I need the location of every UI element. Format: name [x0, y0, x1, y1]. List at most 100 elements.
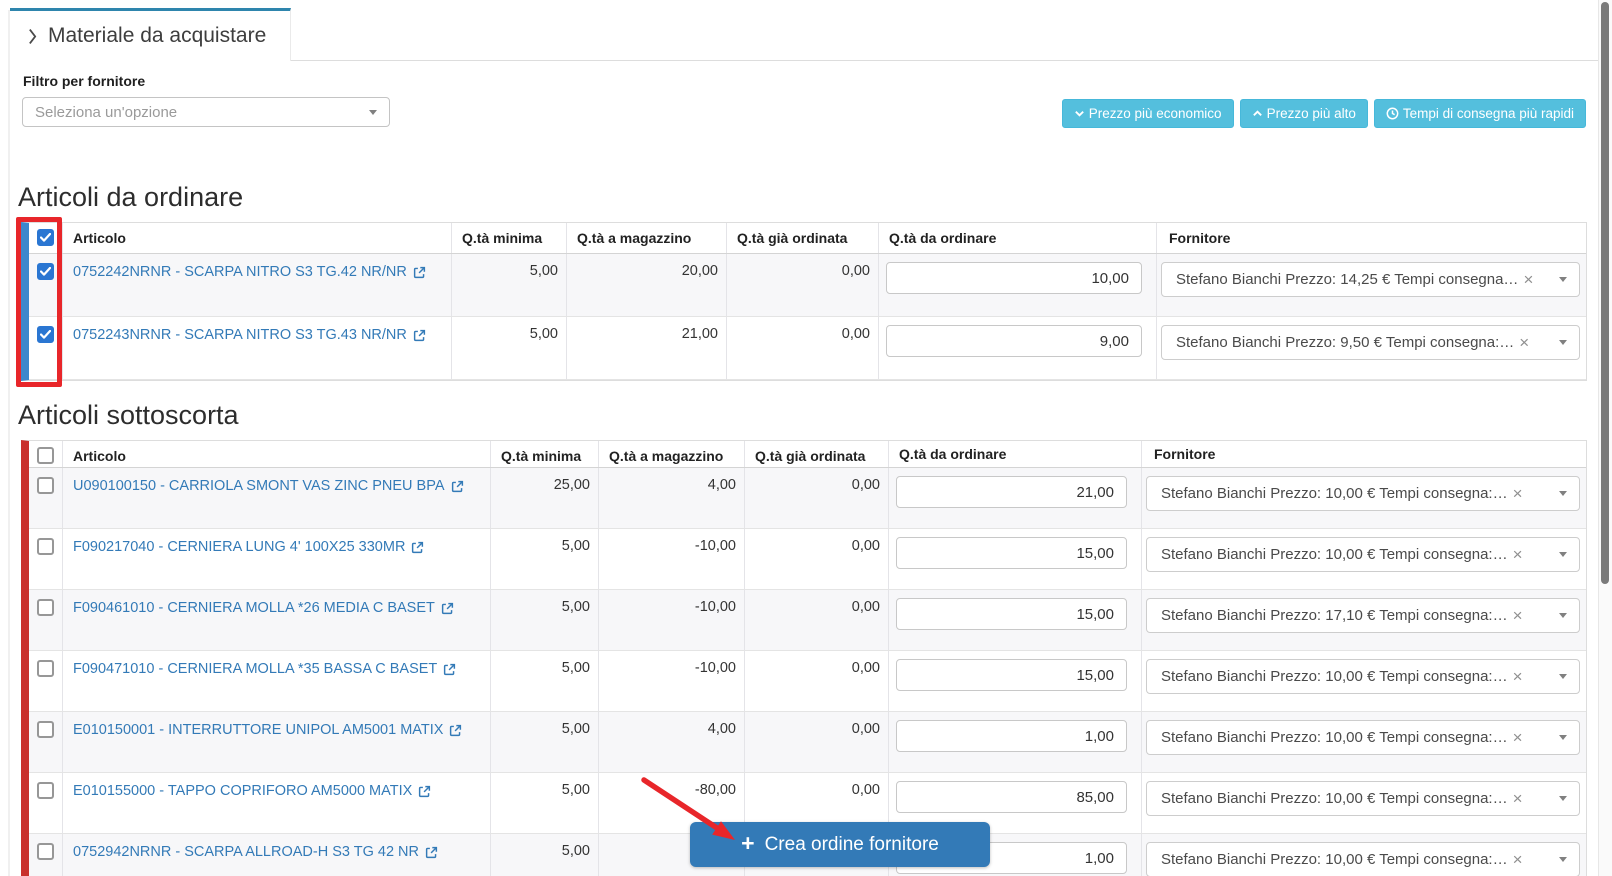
external-link-icon	[419, 785, 431, 797]
row-checkbox[interactable]	[37, 326, 54, 343]
row-checkbox[interactable]	[37, 477, 54, 494]
table-row: U090100150 - CARRIOLA SMONT VAS ZINC PNE…	[29, 468, 1586, 529]
article-link[interactable]: 0752942NRNR - SCARPA ALLROAD-H S3 TG 42 …	[73, 844, 438, 860]
supplier-filter-placeholder: Seleziona un'opzione	[35, 103, 178, 121]
sort-cheapest-price-button[interactable]: Prezzo più economico	[1061, 99, 1234, 128]
article-label: F090217040 - CERNIERA LUNG 4' 100X25 330…	[73, 539, 406, 555]
supplier-select[interactable]: Stefano Bianchi Prezzo: 14,25 € Tempi co…	[1161, 262, 1580, 297]
table-row: 0752242NRNR - SCARPA NITRO S3 TG.42 NR/N…	[29, 254, 1586, 317]
supplier-select[interactable]: Stefano Bianchi Prezzo: 10,00 € Tempi co…	[1146, 720, 1580, 755]
row-checkbox[interactable]	[37, 843, 54, 860]
row-checkbox[interactable]	[37, 721, 54, 738]
supplier-select[interactable]: Stefano Bianchi Prezzo: 10,00 € Tempi co…	[1146, 659, 1580, 694]
article-link[interactable]: F090471010 - CERNIERA MOLLA *35 BASSA C …	[73, 661, 456, 677]
clear-icon[interactable]: ×	[1513, 729, 1523, 746]
caret-down-icon	[1559, 674, 1567, 679]
clear-icon[interactable]: ×	[1513, 668, 1523, 685]
supplier-select-value: Stefano Bianchi Prezzo: 10,00 € Tempi co…	[1161, 668, 1508, 685]
article-link[interactable]: F090461010 - CERNIERA MOLLA *26 MEDIA C …	[73, 600, 454, 616]
clear-icon[interactable]: ×	[1513, 790, 1523, 807]
clear-icon[interactable]: ×	[1513, 851, 1523, 868]
supplier-select[interactable]: Stefano Bianchi Prezzo: 10,00 € Tempi co…	[1146, 537, 1580, 572]
supplier-filter-select[interactable]: Seleziona un'opzione	[22, 97, 390, 127]
qty-to-order-cell	[888, 529, 1141, 589]
create-supplier-order-button[interactable]: + Crea ordine fornitore	[690, 822, 990, 867]
qty-to-order-input[interactable]	[896, 720, 1127, 752]
qty-to-order-input[interactable]	[886, 325, 1142, 357]
article-cell: 0752242NRNR - SCARPA NITRO S3 TG.42 NR/N…	[62, 254, 451, 316]
qty-min-value: 5,00	[490, 529, 598, 589]
clear-icon[interactable]: ×	[1513, 607, 1523, 624]
sort-fastest-delivery-button[interactable]: Tempi di consegna più rapidi	[1373, 99, 1586, 128]
scrollbar-track[interactable]	[1598, 0, 1612, 876]
supplier-select[interactable]: Stefano Bianchi Prezzo: 9,50 € Tempi con…	[1161, 325, 1580, 360]
row-checkbox-cell	[29, 317, 62, 379]
select-all-checkbox[interactable]	[37, 229, 54, 246]
clear-icon[interactable]: ×	[1523, 271, 1533, 288]
external-link-icon	[413, 266, 425, 278]
row-checkbox[interactable]	[37, 660, 54, 677]
row-checkbox[interactable]	[37, 538, 54, 555]
qty-min-value: 5,00	[451, 317, 566, 379]
article-link[interactable]: E010150001 - INTERRUTTORE UNIPOL AM5001 …	[73, 722, 462, 738]
row-checkbox[interactable]	[37, 599, 54, 616]
supplier-select[interactable]: Stefano Bianchi Prezzo: 10,00 € Tempi co…	[1146, 842, 1580, 876]
article-cell: 0752942NRNR - SCARPA ALLROAD-H S3 TG 42 …	[62, 834, 490, 876]
qty-stock-value: 4,00	[598, 712, 744, 772]
column-header-qta-magazzino: Q.tà a magazzino	[598, 441, 744, 467]
article-cell: F090461010 - CERNIERA MOLLA *26 MEDIA C …	[62, 590, 490, 650]
column-header-qta-minima: Q.tà minima	[490, 441, 598, 467]
page: Materiale da acquistare Filtro per forni…	[0, 0, 1612, 876]
qty-to-order-input[interactable]	[896, 598, 1127, 630]
article-label: U090100150 - CARRIOLA SMONT VAS ZINC PNE…	[73, 478, 445, 494]
caret-down-icon	[369, 109, 377, 115]
table-header-row: Articolo Q.tà minima Q.tà a magazzino Q.…	[29, 441, 1586, 468]
column-header-qta-gia-ordinata: Q.tà già ordinata	[744, 441, 888, 467]
tab-materiale-da-acquistare[interactable]: Materiale da acquistare	[10, 8, 291, 61]
row-checkbox[interactable]	[37, 782, 54, 799]
clock-icon	[1386, 107, 1399, 120]
qty-to-order-input[interactable]	[886, 262, 1142, 294]
article-label: 0752243NRNR - SCARPA NITRO S3 TG.43 NR/N…	[73, 327, 407, 343]
column-header-qta-minima: Q.tà minima	[451, 223, 566, 253]
supplier-select-value: Stefano Bianchi Prezzo: 10,00 € Tempi co…	[1161, 729, 1508, 746]
qty-stock-value: 21,00	[566, 317, 726, 379]
supplier-filter-label: Filtro per fornitore	[23, 73, 146, 89]
row-checkbox[interactable]	[37, 263, 54, 280]
qty-to-order-input[interactable]	[896, 537, 1127, 569]
clear-icon[interactable]: ×	[1513, 546, 1523, 563]
supplier-select[interactable]: Stefano Bianchi Prezzo: 10,00 € Tempi co…	[1146, 781, 1580, 816]
qty-ordered-value: 0,00	[744, 712, 888, 772]
table-row: F090461010 - CERNIERA MOLLA *26 MEDIA C …	[29, 590, 1586, 651]
select-all-checkbox[interactable]	[37, 447, 54, 464]
qty-to-order-input[interactable]	[896, 781, 1127, 813]
supplier-select[interactable]: Stefano Bianchi Prezzo: 10,00 € Tempi co…	[1146, 476, 1580, 511]
qty-ordered-value: 0,00	[744, 651, 888, 711]
caret-down-icon	[1559, 491, 1567, 496]
article-link[interactable]: E010155000 - TAPPO COPRIFORO AM5000 MATI…	[73, 783, 431, 799]
scrollbar-thumb[interactable]	[1601, 2, 1609, 584]
supplier-select[interactable]: Stefano Bianchi Prezzo: 17,10 € Tempi co…	[1146, 598, 1580, 633]
qty-min-value: 5,00	[490, 712, 598, 772]
qty-ordered-value: 0,00	[726, 254, 878, 316]
clear-icon[interactable]: ×	[1513, 485, 1523, 502]
supplier-cell: Stefano Bianchi Prezzo: 10,00 € Tempi co…	[1141, 712, 1586, 772]
article-link[interactable]: 0752243NRNR - SCARPA NITRO S3 TG.43 NR/N…	[73, 327, 426, 343]
qty-min-value: 5,00	[490, 773, 598, 833]
qty-to-order-cell	[888, 651, 1141, 711]
page-left-border	[8, 10, 10, 876]
clear-icon[interactable]: ×	[1519, 334, 1529, 351]
sort-highest-price-button[interactable]: Prezzo più alto	[1239, 99, 1368, 128]
select-all-cell	[29, 223, 62, 253]
article-link[interactable]: 0752242NRNR - SCARPA NITRO S3 TG.42 NR/N…	[73, 264, 426, 280]
qty-to-order-cell	[888, 468, 1141, 528]
row-checkbox-cell	[29, 651, 62, 711]
column-header-fornitore: Fornitore	[1141, 441, 1586, 467]
qty-to-order-input[interactable]	[896, 659, 1127, 691]
article-link[interactable]: F090217040 - CERNIERA LUNG 4' 100X25 330…	[73, 539, 424, 555]
qty-ordered-value: 0,00	[726, 317, 878, 379]
tab-bar: Materiale da acquistare	[0, 0, 1612, 61]
qty-to-order-input[interactable]	[896, 476, 1127, 508]
article-link[interactable]: U090100150 - CARRIOLA SMONT VAS ZINC PNE…	[73, 478, 464, 494]
external-link-icon	[450, 724, 462, 736]
